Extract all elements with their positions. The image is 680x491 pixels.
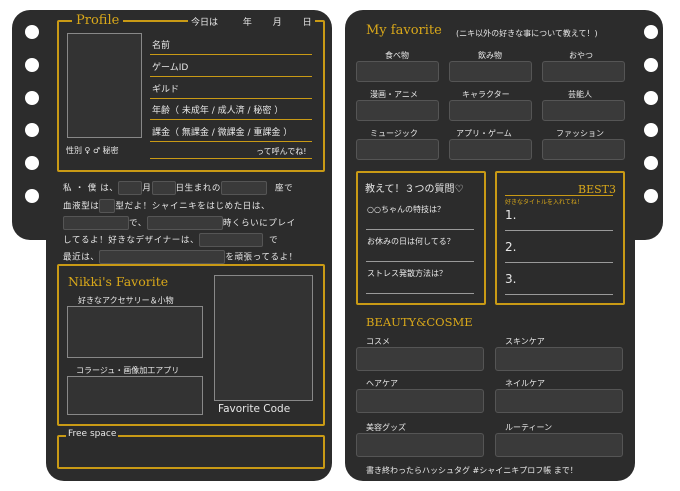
binder-hole — [25, 25, 39, 39]
my-favorite-subtitle: (ニキ以外の好きな事について教えて！) — [456, 29, 598, 38]
call-me-label: って呼んでね! — [256, 147, 307, 156]
beauty-label-haircare: ヘアケア — [366, 379, 398, 388]
beauty-field-routine[interactable] — [495, 433, 623, 457]
three-questions-title: 教えて！３つの質問♡ — [365, 184, 464, 195]
fav-field-celebrity[interactable] — [542, 100, 625, 121]
call-me-line[interactable] — [150, 158, 312, 159]
beauty-label-nailcare: ネイルケア — [505, 379, 545, 388]
best3-num-2: 2. — [505, 240, 517, 254]
beauty-label-skincare: スキンケア — [505, 337, 545, 346]
guild-field-label: ギルド — [152, 85, 180, 95]
fav-label-fashion: ファッション — [556, 129, 604, 138]
intro-line-1: 私 ・ 僕 は、月日生まれの 座で — [63, 181, 293, 195]
fav-label-music: ミュージック — [370, 129, 418, 138]
fav-label-drink: 飲み物 — [478, 51, 502, 60]
intro-line-5: 最近は、 を頑張ってるよ！ — [63, 250, 298, 264]
beauty-field-cosme[interactable] — [356, 347, 484, 371]
free-space-label: Free space — [66, 429, 119, 439]
free-space-box[interactable] — [57, 435, 325, 469]
fav-field-music[interactable] — [356, 139, 439, 160]
name-field-line[interactable] — [150, 54, 312, 55]
fav-label-celebrity: 芸能人 — [568, 90, 592, 99]
fav-field-fashion[interactable] — [542, 139, 625, 160]
age-field-line[interactable] — [150, 119, 312, 120]
fav-label-food: 食べ物 — [385, 51, 409, 60]
fav-field-food[interactable] — [356, 61, 439, 82]
beauty-field-goods[interactable] — [356, 433, 484, 457]
beauty-field-skincare[interactable] — [495, 347, 623, 371]
intro-line-2: 血液型は 型だよ！シャイニキをはじめた日は、 — [63, 199, 270, 213]
profile-title: Profile — [72, 13, 124, 28]
beauty-label-cosme: コスメ — [366, 337, 390, 346]
fav-field-snack[interactable] — [542, 61, 625, 82]
month-input[interactable] — [118, 181, 143, 195]
question-1: ○○ちゃんの特技は？ — [367, 205, 445, 214]
billing-field-label: 課金（ 無課金 / 微課金 / 重課金 ） — [152, 128, 293, 138]
binder-hole — [644, 156, 658, 170]
binder-hole — [25, 189, 39, 203]
play-time-input[interactable] — [146, 216, 223, 230]
nikki-favorite-title: Nikki's Favorite — [68, 274, 169, 289]
binder-hole — [644, 91, 658, 105]
question-3: ストレス発散方法は？ — [367, 269, 447, 278]
footer-hashtag: 書き終わったらハッシュタグ #シャイニキプロフ帳 まで！ — [366, 466, 578, 475]
beauty-label-routine: ルーティーン — [505, 423, 553, 432]
best3-line-3[interactable] — [505, 294, 613, 295]
fav-label-app: アプリ・ゲーム — [456, 129, 512, 138]
question-2: お休みの日は何してる？ — [367, 237, 455, 246]
recent-input[interactable] — [99, 250, 226, 264]
best3-num-1: 1. — [505, 208, 517, 222]
fav-label-character: キャラクター — [462, 90, 510, 99]
fav-field-manga[interactable] — [356, 100, 439, 121]
fav-label-manga: 漫画・アニメ — [370, 90, 418, 99]
collage-label: コラージュ・画像加工アプリ — [76, 366, 180, 375]
answer-line-3[interactable] — [366, 293, 474, 294]
binder-hole — [25, 91, 39, 105]
beauty-field-haircare[interactable] — [356, 389, 484, 413]
intro-line-3: で、 時くらいにプレイ — [63, 216, 296, 230]
designer-input[interactable] — [199, 233, 264, 247]
guild-field-line[interactable] — [150, 98, 312, 99]
collage-frame[interactable] — [67, 376, 203, 415]
fav-field-character[interactable] — [449, 100, 532, 121]
blood-input[interactable] — [99, 199, 116, 213]
gameid-field-line[interactable] — [150, 76, 312, 77]
date-line: 今日は 年 月 日 — [188, 15, 315, 28]
answer-line-1[interactable] — [366, 229, 474, 230]
fav-field-app[interactable] — [449, 139, 532, 160]
photo-frame[interactable] — [67, 33, 142, 138]
best3-line-1[interactable] — [505, 230, 613, 231]
beauty-label-goods: 美容グッズ — [366, 423, 406, 432]
fav-field-drink[interactable] — [449, 61, 532, 82]
accessory-frame[interactable] — [67, 306, 203, 358]
best3-line-2[interactable] — [505, 262, 613, 263]
age-field-label: 年齢（ 未成年 / 成人済 / 秘密 ） — [152, 106, 284, 116]
gameid-field-label: ゲームID — [152, 63, 189, 73]
binder-hole — [25, 156, 39, 170]
accessory-label: 好きなアクセサリー＆小物 — [78, 296, 174, 305]
fav-label-snack: おやつ — [569, 51, 593, 60]
best3-num-3: 3. — [505, 272, 517, 286]
binder-hole — [644, 25, 658, 39]
beauty-field-nailcare[interactable] — [495, 389, 623, 413]
favorite-code-frame[interactable] — [214, 275, 313, 401]
start-date-input[interactable] — [63, 216, 129, 230]
best3-title-underline — [505, 195, 613, 196]
binder-hole — [644, 189, 658, 203]
day-input[interactable] — [151, 181, 176, 195]
binder-hole — [644, 58, 658, 72]
billing-field-line[interactable] — [150, 141, 312, 142]
zodiac-input[interactable] — [221, 181, 268, 195]
answer-line-2[interactable] — [366, 261, 474, 262]
binder-hole — [644, 123, 658, 137]
favorite-code-label: Favorite Code — [218, 403, 291, 415]
binder-hole — [25, 123, 39, 137]
my-favorite-title: My favorite — [366, 23, 442, 38]
binder-hole — [25, 58, 39, 72]
gender-line: 性別 ♀ ♂ 秘密 — [66, 146, 119, 155]
name-field-label: 名前 — [152, 41, 171, 51]
intro-line-4: してるよ！好きなデザイナーは、で — [63, 233, 278, 247]
best3-subtitle: 好きなタイトルを入れてね！ — [505, 199, 583, 206]
beauty-title: BEAUTY&COSME — [366, 315, 473, 329]
